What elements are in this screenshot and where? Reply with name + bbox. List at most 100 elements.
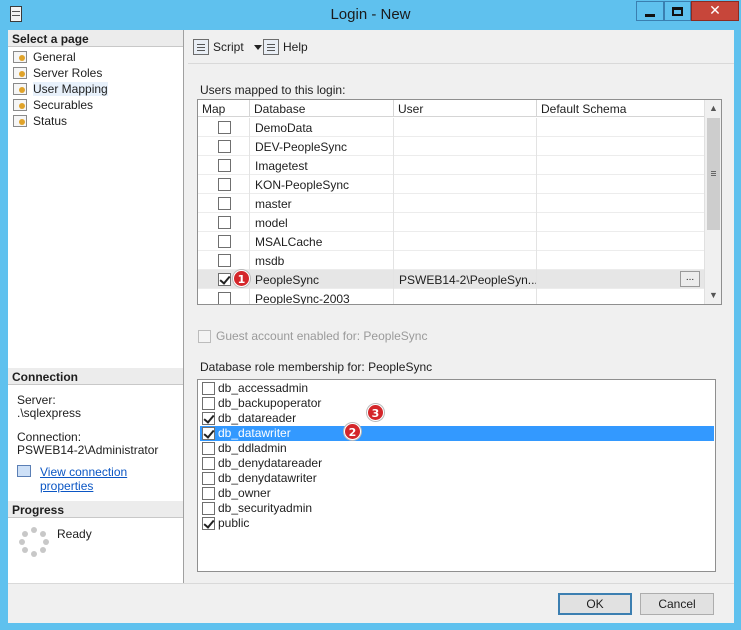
list-item[interactable]: public <box>200 516 714 531</box>
schema-cell[interactable] <box>537 232 704 251</box>
list-item[interactable]: db_securityadmin <box>200 501 714 516</box>
role-label: db_ddladmin <box>218 441 287 455</box>
role-checkbox[interactable] <box>202 397 215 410</box>
script-button[interactable]: Script <box>193 37 262 57</box>
user-cell[interactable] <box>394 289 537 304</box>
list-item[interactable]: db_denydatareader <box>200 456 714 471</box>
database-cell: PeopleSync <box>250 270 394 289</box>
help-button[interactable]: Help <box>263 37 308 57</box>
table-row[interactable]: msdb <box>198 251 704 270</box>
user-cell[interactable] <box>394 156 537 175</box>
table-row-selected[interactable]: PeopleSync PSWEB14-2\PeopleSyn... ... <box>198 270 704 289</box>
scrollbar-thumb[interactable] <box>707 118 720 230</box>
schema-browse-button[interactable]: ... <box>680 271 700 287</box>
table-row[interactable]: KON-PeopleSync <box>198 175 704 194</box>
table-row[interactable]: PeopleSync-2003 <box>198 289 704 304</box>
close-button[interactable]: ✕ <box>691 1 739 21</box>
view-connection-properties-link[interactable]: View connection properties <box>40 465 183 493</box>
user-cell[interactable] <box>394 137 537 156</box>
connection-value: PSWEB14-2\Administrator <box>17 443 159 457</box>
chevron-down-icon[interactable] <box>253 44 262 50</box>
schema-cell[interactable] <box>537 289 704 304</box>
table-row[interactable]: MSALCache <box>198 232 704 251</box>
user-cell[interactable] <box>394 232 537 251</box>
minimize-button[interactable] <box>636 1 664 21</box>
role-label: db_datawriter <box>218 426 291 440</box>
scroll-up-icon[interactable]: ▲ <box>705 100 721 117</box>
connection-header: Connection <box>8 368 183 385</box>
page-item-status[interactable]: Status <box>13 113 67 129</box>
schema-cell[interactable] <box>537 137 704 156</box>
role-checkbox[interactable] <box>202 382 215 395</box>
role-checkbox[interactable] <box>202 502 215 515</box>
role-checkbox[interactable] <box>202 457 215 470</box>
map-checkbox[interactable] <box>218 140 231 153</box>
map-checkbox[interactable] <box>218 216 231 229</box>
table-row[interactable]: DemoData <box>198 118 704 137</box>
role-checkbox[interactable] <box>202 442 215 455</box>
grid-vertical-scrollbar[interactable]: ▲ ▼ <box>704 100 721 304</box>
page-item-securables[interactable]: Securables <box>13 97 93 113</box>
ok-button[interactable]: OK <box>558 593 632 615</box>
page-item-server-roles[interactable]: Server Roles <box>13 65 102 81</box>
table-row[interactable]: master <box>198 194 704 213</box>
column-header-map[interactable]: Map <box>198 100 250 117</box>
schema-cell[interactable] <box>537 156 704 175</box>
user-cell[interactable] <box>394 118 537 137</box>
users-mapped-grid[interactable]: Map Database User Default Schema DemoDat… <box>197 99 722 305</box>
schema-cell[interactable] <box>537 175 704 194</box>
list-item[interactable]: db_owner <box>200 486 714 501</box>
schema-cell[interactable] <box>537 118 704 137</box>
list-item[interactable]: db_backupoperator <box>200 396 714 411</box>
role-checkbox[interactable] <box>202 472 215 485</box>
user-cell[interactable]: PSWEB14-2\PeopleSyn... <box>394 270 537 289</box>
user-cell[interactable] <box>394 175 537 194</box>
page-wrench-icon <box>13 99 27 111</box>
map-checkbox[interactable] <box>218 159 231 172</box>
database-cell: KON-PeopleSync <box>250 175 394 194</box>
table-row[interactable]: DEV-PeopleSync <box>198 137 704 156</box>
role-label: db_backupoperator <box>218 396 322 410</box>
close-icon: ✕ <box>709 3 721 19</box>
title-bar[interactable]: Login - New ✕ <box>0 0 741 30</box>
column-header-default-schema[interactable]: Default Schema <box>537 100 704 117</box>
map-checkbox-checked[interactable] <box>218 273 231 286</box>
list-item-selected[interactable]: db_datawriter <box>200 426 714 441</box>
role-checkbox[interactable] <box>202 487 215 500</box>
maximize-button[interactable] <box>664 1 691 21</box>
map-checkbox[interactable] <box>218 121 231 134</box>
map-checkbox[interactable] <box>218 254 231 267</box>
page-item-general[interactable]: General <box>13 49 76 65</box>
schema-cell[interactable] <box>537 251 704 270</box>
role-checkbox-checked[interactable] <box>202 427 215 440</box>
database-cell: DemoData <box>250 118 394 137</box>
user-cell[interactable] <box>394 213 537 232</box>
map-checkbox[interactable] <box>218 197 231 210</box>
table-row[interactable]: model <box>198 213 704 232</box>
list-item[interactable]: db_datareader <box>200 411 714 426</box>
table-row[interactable]: Imagetest <box>198 156 704 175</box>
page-item-user-mapping[interactable]: User Mapping <box>13 81 108 97</box>
cancel-button[interactable]: Cancel <box>640 593 714 615</box>
role-checkbox-checked[interactable] <box>202 412 215 425</box>
column-header-database[interactable]: Database <box>250 100 394 117</box>
map-checkbox[interactable] <box>218 178 231 191</box>
scroll-down-icon[interactable]: ▼ <box>705 287 721 304</box>
role-checkbox-checked[interactable] <box>202 517 215 530</box>
maximize-icon <box>672 6 683 16</box>
login-new-window: Login - New ✕ Select a page General Serv… <box>0 0 741 630</box>
schema-cell[interactable] <box>537 194 704 213</box>
column-header-user[interactable]: User <box>394 100 537 117</box>
guest-account-checkbox[interactable] <box>198 330 211 343</box>
schema-cell[interactable] <box>537 270 704 289</box>
role-membership-list[interactable]: db_accessadmin db_backupoperator db_data… <box>197 379 716 572</box>
list-item[interactable]: db_accessadmin <box>200 381 714 396</box>
toolbar-divider <box>188 63 734 64</box>
schema-cell[interactable] <box>537 213 704 232</box>
map-checkbox[interactable] <box>218 292 231 304</box>
list-item[interactable]: db_denydatawriter <box>200 471 714 486</box>
map-checkbox[interactable] <box>218 235 231 248</box>
user-cell[interactable] <box>394 251 537 270</box>
list-item[interactable]: db_ddladmin <box>200 441 714 456</box>
user-cell[interactable] <box>394 194 537 213</box>
